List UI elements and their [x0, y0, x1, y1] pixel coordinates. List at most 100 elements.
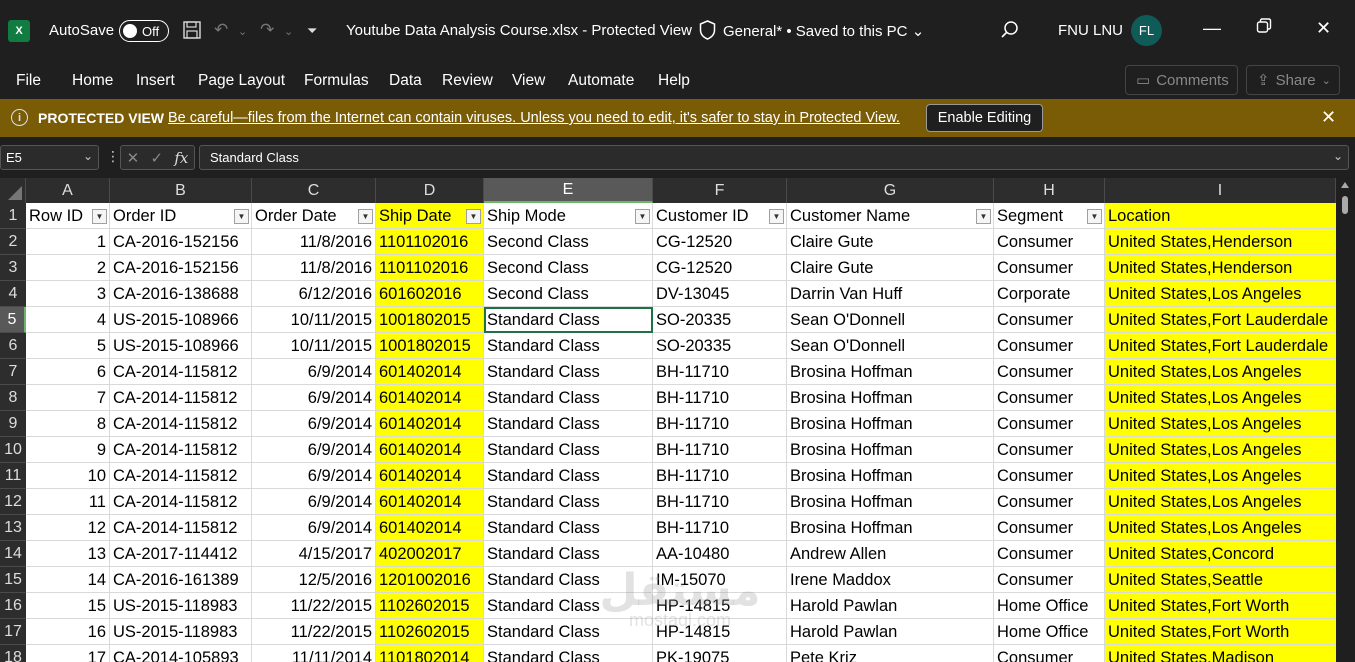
cell-ship-date[interactable]: 601402014: [376, 489, 484, 515]
avatar[interactable]: FL: [1131, 15, 1162, 46]
cell-customer-name[interactable]: Brosina Hoffman: [787, 359, 994, 385]
cell-location[interactable]: United States,Fort Worth: [1105, 593, 1340, 619]
cell-order-date[interactable]: 12/5/2016: [252, 567, 376, 593]
header-cell-ship-date[interactable]: Ship Date ▼: [376, 203, 484, 229]
header-cell-order-date[interactable]: Order Date ▼: [252, 203, 376, 229]
cell-segment[interactable]: Home Office: [994, 619, 1105, 645]
column-header-h[interactable]: H: [994, 178, 1105, 203]
row-header[interactable]: 17: [0, 619, 26, 645]
row-header[interactable]: 10: [0, 437, 26, 463]
filter-dropdown-icon[interactable]: ▼: [92, 209, 107, 224]
cell-row-id[interactable]: 5: [26, 333, 110, 359]
cell-order-id[interactable]: CA-2014-115812: [110, 385, 252, 411]
cell-segment[interactable]: Corporate: [994, 281, 1105, 307]
insert-function-icon[interactable]: fx: [174, 149, 188, 167]
cell-order-date[interactable]: 10/11/2015: [252, 333, 376, 359]
cell-ship-mode[interactable]: Standard Class: [484, 489, 653, 515]
protected-view-message[interactable]: Be careful—files from the Internet can c…: [168, 110, 900, 126]
cell-order-id[interactable]: CA-2014-115812: [110, 359, 252, 385]
cell-row-id[interactable]: 3: [26, 281, 110, 307]
sensitivity-label[interactable]: General* • Saved to this PC ⌄: [723, 22, 924, 40]
formula-input[interactable]: Standard Class ⌄: [199, 145, 1349, 170]
cell-ship-date[interactable]: 601402014: [376, 359, 484, 385]
vertical-scrollbar[interactable]: [1336, 178, 1355, 662]
scroll-up-icon[interactable]: [1341, 182, 1349, 188]
close-window-icon[interactable]: ✕: [1316, 18, 1331, 39]
row-header[interactable]: 3: [0, 255, 26, 281]
cell-customer-id[interactable]: BH-11710: [653, 515, 787, 541]
cell-row-id[interactable]: 2: [26, 255, 110, 281]
restore-icon[interactable]: [1256, 18, 1272, 39]
column-header-d[interactable]: D: [376, 178, 484, 203]
cell-customer-id[interactable]: CG-12520: [653, 229, 787, 255]
cell-customer-name[interactable]: Brosina Hoffman: [787, 437, 994, 463]
column-header-g[interactable]: G: [787, 178, 994, 203]
cell-location[interactable]: United States,Henderson: [1105, 255, 1340, 281]
cell-location[interactable]: United States,Los Angeles: [1105, 411, 1340, 437]
minimize-icon[interactable]: —: [1203, 18, 1221, 39]
cell-customer-name[interactable]: Claire Gute: [787, 229, 994, 255]
cell-location[interactable]: United States,Los Angeles: [1105, 489, 1340, 515]
cell-location[interactable]: United States,Fort Lauderdale: [1105, 333, 1340, 359]
cell-customer-name[interactable]: Sean O'Donnell: [787, 333, 994, 359]
cell-ship-date[interactable]: 601402014: [376, 515, 484, 541]
row-header[interactable]: 6: [0, 333, 26, 359]
name-box[interactable]: E5 ⌄: [0, 145, 99, 170]
cell-customer-name[interactable]: Pete Kriz: [787, 645, 994, 662]
cell-order-date[interactable]: 11/22/2015: [252, 619, 376, 645]
column-header-e[interactable]: E: [484, 178, 653, 203]
cell-location[interactable]: United States,Los Angeles: [1105, 463, 1340, 489]
cell-segment[interactable]: Home Office: [994, 593, 1105, 619]
cell-customer-id[interactable]: HP-14815: [653, 619, 787, 645]
cell-order-id[interactable]: CA-2014-115812: [110, 411, 252, 437]
select-all-corner[interactable]: [0, 178, 26, 203]
cell-segment[interactable]: Consumer: [994, 541, 1105, 567]
cell-order-date[interactable]: 6/12/2016: [252, 281, 376, 307]
cell-order-date[interactable]: 10/11/2015: [252, 307, 376, 333]
cell-row-id[interactable]: 17: [26, 645, 110, 662]
row-header[interactable]: 1: [0, 203, 26, 229]
cell-order-date[interactable]: 6/9/2014: [252, 463, 376, 489]
cell-row-id[interactable]: 13: [26, 541, 110, 567]
header-cell-row-id[interactable]: Row ID ▼: [26, 203, 110, 229]
row-header[interactable]: 8: [0, 385, 26, 411]
cell-ship-mode[interactable]: Standard Class: [484, 593, 653, 619]
cell-ship-mode[interactable]: Standard Class: [484, 567, 653, 593]
cell-ship-date[interactable]: 1102602015: [376, 619, 484, 645]
cell-customer-id[interactable]: BH-11710: [653, 437, 787, 463]
row-header[interactable]: 16: [0, 593, 26, 619]
row-header[interactable]: 9: [0, 411, 26, 437]
customize-toolbar-icon[interactable]: ⏷: [307, 23, 317, 39]
cell-customer-id[interactable]: BH-11710: [653, 411, 787, 437]
cell-order-id[interactable]: CA-2014-115812: [110, 515, 252, 541]
spreadsheet-grid[interactable]: A B C D E F G H I 1 Row ID ▼ Order ID ▼ Order…: [0, 178, 1355, 662]
cell-order-date[interactable]: 11/8/2016: [252, 255, 376, 281]
cell-customer-name[interactable]: Harold Pawlan: [787, 619, 994, 645]
cell-segment[interactable]: Consumer: [994, 255, 1105, 281]
cell-ship-date[interactable]: 1001802015: [376, 307, 484, 333]
cell-customer-id[interactable]: BH-11710: [653, 385, 787, 411]
cell-ship-mode[interactable]: Standard Class: [484, 463, 653, 489]
cell-order-id[interactable]: US-2015-118983: [110, 593, 252, 619]
cell-order-id[interactable]: CA-2016-152156: [110, 229, 252, 255]
cell-customer-name[interactable]: Brosina Hoffman: [787, 411, 994, 437]
cell-ship-date[interactable]: 1101802014: [376, 645, 484, 662]
tab-data[interactable]: Data: [389, 72, 422, 90]
cell-order-id[interactable]: CA-2014-105893: [110, 645, 252, 662]
tab-file[interactable]: File: [16, 72, 41, 90]
cell-customer-name[interactable]: Irene Maddox: [787, 567, 994, 593]
scrollbar-thumb[interactable]: [1342, 196, 1348, 214]
cell-order-date[interactable]: 6/9/2014: [252, 437, 376, 463]
cell-ship-date[interactable]: 601402014: [376, 463, 484, 489]
column-header-a[interactable]: A: [26, 178, 110, 203]
search-icon[interactable]: [1000, 20, 1020, 40]
cell-segment[interactable]: Consumer: [994, 567, 1105, 593]
redo-dropdown-icon[interactable]: ⌄: [284, 25, 293, 38]
header-cell-segment[interactable]: Segment ▼: [994, 203, 1105, 229]
cell-segment[interactable]: Consumer: [994, 333, 1105, 359]
cell-order-id[interactable]: US-2015-108966: [110, 307, 252, 333]
cell-customer-name[interactable]: Brosina Hoffman: [787, 515, 994, 541]
row-header[interactable]: 15: [0, 567, 26, 593]
cell-segment[interactable]: Consumer: [994, 385, 1105, 411]
column-header-b[interactable]: B: [110, 178, 252, 203]
